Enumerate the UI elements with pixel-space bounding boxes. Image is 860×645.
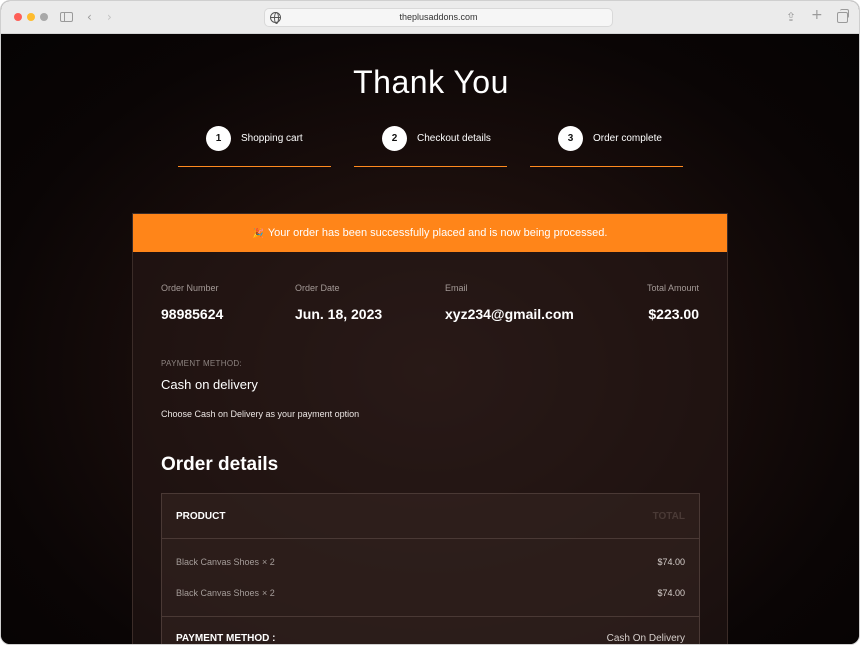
order-number-label: Order Number — [161, 283, 219, 293]
forward-icon[interactable]: › — [107, 10, 112, 24]
sidebar-icon[interactable] — [60, 12, 73, 22]
browser-toolbar: ‹ › theplusaddons.com ⇪ + — [1, 1, 859, 34]
product-name[interactable]: Black Canvas Shoes × 2 — [176, 588, 275, 598]
order-details-title: Order details — [161, 454, 279, 475]
step-shopping-cart[interactable]: 1 Shopping cart — [178, 125, 331, 167]
step-label: Checkout details — [417, 133, 491, 144]
back-icon[interactable]: ‹ — [87, 10, 92, 24]
page-content: Thank You 1 Shopping cart 2 Checkout det… — [1, 34, 859, 644]
step-checkout-details[interactable]: 2 Checkout details — [354, 125, 507, 167]
payment-method-value: Cash on delivery — [161, 377, 258, 392]
step-number: 2 — [382, 126, 407, 151]
browser-window: ‹ › theplusaddons.com ⇪ + Thank You 1 Sh… — [0, 0, 860, 645]
payment-method-label: PAYMENT METHOD: — [161, 359, 242, 368]
product-quantity: × 2 — [262, 588, 275, 598]
tabs-overview-icon[interactable] — [837, 9, 849, 23]
product-name[interactable]: Black Canvas Shoes × 2 — [176, 557, 275, 567]
order-details-table: PRODUCT TOTAL Black Canvas Shoes × 2 $74.… — [161, 493, 700, 644]
order-date-label: Order Date — [295, 283, 340, 293]
page-title: Thank You — [353, 64, 509, 100]
party-icon: 🎉 — [252, 229, 264, 239]
success-message: Your order has been successfully placed … — [267, 227, 608, 239]
product-price: $74.00 — [657, 557, 685, 567]
payment-method-row-label: PAYMENT METHOD : — [176, 633, 276, 644]
email-label: Email — [445, 283, 468, 293]
order-confirmation-card: 🎉 Your order has been successfully placed… — [132, 213, 728, 644]
step-number: 1 — [206, 126, 231, 151]
step-label: Order complete — [593, 133, 662, 144]
table-row: Black Canvas Shoes × 2 $74.00 — [162, 555, 699, 575]
product-quantity: × 2 — [262, 557, 275, 567]
email-value: xyz234@gmail.com — [445, 306, 574, 322]
order-date-value: Jun. 18, 2023 — [295, 306, 383, 322]
success-banner: 🎉 Your order has been successfully placed… — [133, 214, 727, 252]
close-window-button[interactable] — [14, 13, 22, 21]
payment-method-note: Choose Cash on Delivery as your payment … — [161, 409, 360, 419]
header-total: TOTAL — [652, 511, 685, 522]
table-header: PRODUCT TOTAL — [162, 494, 699, 539]
step-number: 3 — [558, 126, 583, 151]
zoom-window-button[interactable] — [40, 13, 48, 21]
step-order-complete[interactable]: 3 Order complete — [530, 125, 683, 167]
address-bar[interactable]: theplusaddons.com — [264, 8, 613, 27]
payment-method-row-value: Cash On Delivery — [606, 633, 685, 644]
step-label: Shopping cart — [241, 133, 303, 144]
new-tab-icon[interactable]: + — [811, 8, 823, 22]
header-product: PRODUCT — [176, 511, 226, 522]
minimize-window-button[interactable] — [27, 13, 35, 21]
order-number-value: 98985624 — [161, 306, 224, 322]
total-amount-label: Total Amount — [646, 283, 699, 293]
table-payment-row: PAYMENT METHOD : Cash On Delivery — [162, 616, 699, 644]
url-text[interactable]: theplusaddons.com — [265, 12, 612, 22]
share-icon[interactable]: ⇪ — [786, 10, 796, 24]
checkout-steps: 1 Shopping cart 2 Checkout details 3 Ord… — [178, 125, 684, 167]
total-amount-value: $223.00 — [648, 306, 699, 322]
table-row: Black Canvas Shoes × 2 $74.00 — [162, 586, 699, 606]
product-price: $74.00 — [657, 588, 685, 598]
